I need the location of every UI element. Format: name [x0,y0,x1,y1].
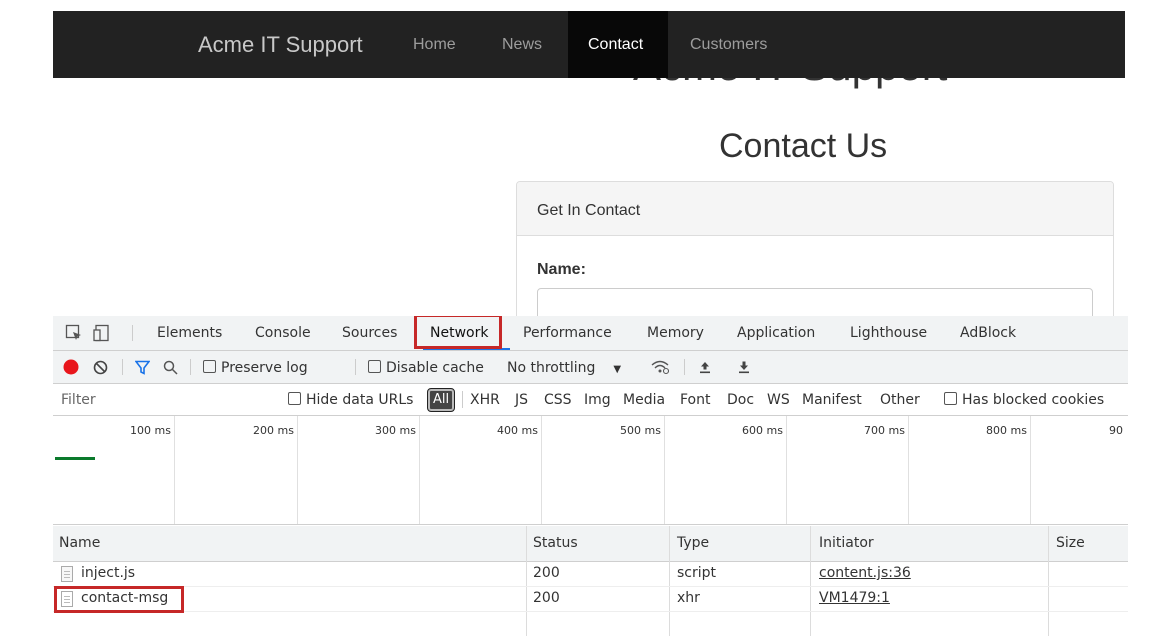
preserve-log-label: Preserve log [221,360,308,376]
network-conditions-icon[interactable] [650,359,670,375]
checkbox-icon [368,360,381,373]
tick-label: 100 ms [130,424,171,437]
tick-label: 700 ms [864,424,905,437]
nav-contact-label: Contact [588,36,644,53]
request-initiator-link[interactable]: VM1479:1 [819,590,890,606]
tab-application[interactable]: Application [737,325,815,341]
checkbox-icon [944,392,957,405]
hero-title: Acme IT Support [633,78,947,90]
filter-media[interactable]: Media [623,392,665,408]
page-title: Contact Us [719,127,888,165]
col-initiator[interactable]: Initiator [819,535,874,551]
hero-clip: Acme IT Support [0,78,1150,108]
search-icon[interactable] [163,360,178,375]
clear-icon[interactable] [93,360,108,375]
dropdown-arrow-icon: ▼ [613,364,622,375]
inspect-element-icon[interactable] [65,324,83,342]
tab-elements[interactable]: Elements [157,325,222,341]
throttling-value: No throttling [507,360,596,376]
tick-label: 400 ms [497,424,538,437]
filter-js[interactable]: JS [515,392,528,408]
disable-cache-checkbox[interactable]: Disable cache [368,360,484,376]
name-label: Name: [537,261,586,278]
network-toolbar: Preserve log Disable cache No throttling… [53,351,1128,384]
table-header: Name Status Type Initiator Size [53,526,1128,562]
col-type[interactable]: Type [677,535,709,551]
filter-manifest[interactable]: Manifest [802,392,862,408]
table-row[interactable]: inject.js 200 script content.js:36 [53,562,1128,587]
tab-lighthouse[interactable]: Lighthouse [850,325,927,341]
has-blocked-cookies-label: Has blocked cookies [962,392,1105,408]
brand-link[interactable]: Acme IT Support [198,32,363,58]
checkbox-icon [203,360,216,373]
throttling-select[interactable]: No throttling ▼ [507,360,621,376]
filter-bar: Filter Hide data URLs All XHR JS CSS Img… [53,384,1128,416]
request-status: 200 [533,565,560,581]
tick-label: 300 ms [375,424,416,437]
contact-msg-highlight [54,586,184,613]
devtools-panel: Elements Console Sources Network Perform… [53,316,1128,636]
tick-label: 200 ms [253,424,294,437]
checkbox-icon [288,392,301,405]
import-har-icon[interactable] [698,360,712,374]
tick-label: 600 ms [742,424,783,437]
devtools-tab-bar: Elements Console Sources Network Perform… [53,316,1128,351]
hide-data-urls-checkbox[interactable]: Hide data URLs [288,392,413,408]
panel-heading: Get In Contact [517,182,1113,236]
device-toolbar-icon[interactable] [93,324,111,342]
col-size[interactable]: Size [1056,535,1085,551]
nav-contact[interactable]: Contact [568,11,668,78]
export-har-icon[interactable] [737,360,751,374]
filter-xhr[interactable]: XHR [470,392,500,408]
filter-other[interactable]: Other [880,392,920,408]
has-blocked-cookies-checkbox[interactable]: Has blocked cookies [944,392,1104,408]
filter-doc[interactable]: Doc [727,392,754,408]
preserve-log-checkbox[interactable]: Preserve log [203,360,308,376]
waterfall-bar [55,457,95,460]
filter-icon[interactable] [135,360,150,375]
filter-css[interactable]: CSS [544,392,572,408]
col-name[interactable]: Name [59,535,100,551]
filter-input[interactable]: Filter [61,392,96,408]
filter-all-label: All [433,392,450,407]
request-type: script [677,565,717,581]
tab-memory[interactable]: Memory [647,325,704,341]
filter-font[interactable]: Font [680,392,710,408]
network-overview-timeline[interactable]: 100 ms 200 ms 300 ms 400 ms 500 ms 600 m… [53,416,1128,525]
tab-performance[interactable]: Performance [523,325,612,341]
hide-data-urls-label: Hide data URLs [306,392,414,408]
tick-label: 90 [1109,424,1123,437]
tab-sources[interactable]: Sources [342,325,397,341]
filter-img[interactable]: Img [584,392,611,408]
filter-ws[interactable]: WS [767,392,790,408]
nav-home[interactable]: Home [413,36,456,54]
tick-label: 500 ms [620,424,661,437]
nav-news[interactable]: News [502,36,542,54]
request-type: xhr [677,590,700,606]
table-row[interactable]: contact-msg 200 xhr VM1479:1 [53,587,1128,612]
panel-heading-text: Get In Contact [537,202,641,219]
request-status: 200 [533,590,560,606]
file-icon [61,566,73,582]
disable-cache-label: Disable cache [386,360,484,376]
tab-adblock[interactable]: AdBlock [960,325,1016,341]
navbar: Acme IT Support Home News Contact Custom… [53,11,1125,78]
request-name: inject.js [81,565,136,581]
record-icon[interactable] [63,359,79,375]
col-status[interactable]: Status [533,535,578,551]
nav-customers[interactable]: Customers [690,36,767,54]
network-tab-highlight [414,316,502,349]
request-initiator-link[interactable]: content.js:36 [819,565,911,581]
tab-console[interactable]: Console [255,325,311,341]
filter-all-button[interactable]: All [427,388,455,412]
tick-label: 800 ms [986,424,1027,437]
